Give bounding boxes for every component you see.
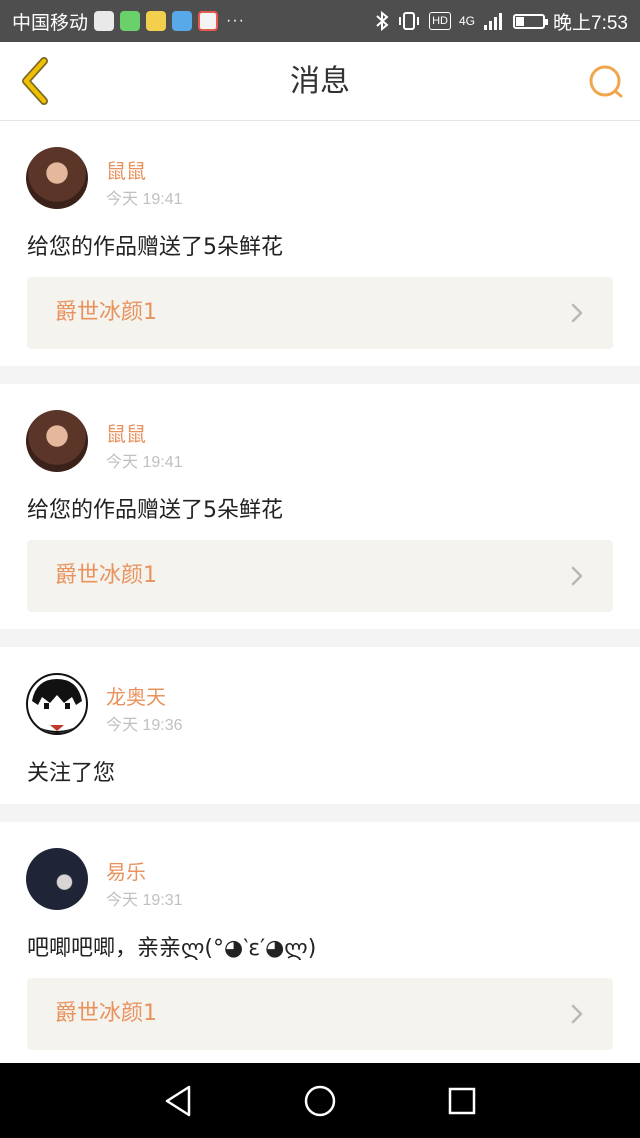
message-list: 鼠鼠 今天 19:41 给您的作品赠送了5朵鲜花 爵世冰颜1 鼠鼠 今天 19:… — [0, 121, 640, 1067]
message-content: 给您的作品赠送了5朵鲜花 — [27, 235, 283, 260]
avatar[interactable] — [26, 410, 88, 472]
chevron-right-icon — [571, 1004, 583, 1024]
triangle-back-icon — [165, 1085, 191, 1117]
timestamp: 今天 19:41 — [106, 454, 183, 471]
work-card[interactable]: 爵世冰颜1 — [27, 277, 613, 349]
avatar[interactable] — [26, 848, 88, 910]
work-title: 爵世冰颜1 — [55, 300, 157, 325]
work-card[interactable]: 爵世冰颜1 — [27, 978, 613, 1050]
timestamp: 今天 19:41 — [106, 191, 183, 208]
square-recents-icon — [448, 1087, 476, 1115]
message-content: 关注了您 — [27, 761, 116, 786]
page-title: 消息 — [290, 64, 350, 99]
chat-app-icon — [146, 11, 167, 31]
play-store-icon — [120, 11, 141, 31]
sender-name[interactable]: 易乐 — [106, 856, 146, 885]
navigation-bar — [0, 1063, 640, 1138]
activity-app-icon — [94, 11, 115, 31]
vibrate-icon — [399, 12, 420, 30]
carrier-label: 中国移动 — [12, 12, 89, 34]
nav-home-button[interactable] — [300, 1081, 340, 1121]
sender-name[interactable]: 鼠鼠 — [106, 418, 146, 447]
list-item[interactable]: 龙奥天 今天 19:36 关注了您 — [0, 647, 640, 804]
hd-icon: HD — [429, 12, 451, 30]
battery-icon — [513, 13, 549, 29]
search-icon — [589, 65, 623, 98]
message-content: 吧唧吧唧，亲亲ლ(°◕‵ε′◕ლ) — [27, 936, 317, 961]
clock-label: 晚上7:53 — [553, 12, 628, 34]
status-bar: 中国移动 ··· HD 4G 晚上7:53 — [0, 0, 640, 42]
sender-name[interactable]: 龙奥天 — [106, 681, 166, 710]
sender-name[interactable]: 鼠鼠 — [106, 155, 146, 184]
avatar[interactable] — [26, 673, 88, 735]
status-right: HD 4G 晚上7:53 — [375, 8, 628, 35]
browser-app-icon — [198, 11, 219, 31]
chevron-right-icon — [571, 303, 583, 323]
circle-home-icon — [304, 1085, 336, 1117]
work-card[interactable]: 爵世冰颜1 — [27, 540, 613, 612]
anime-avatar-icon — [32, 679, 82, 733]
work-title: 爵世冰颜1 — [55, 563, 157, 588]
chevron-right-icon — [571, 566, 583, 586]
network-type-label: 4G — [459, 14, 476, 28]
paper-plane-icon — [172, 11, 193, 31]
list-item[interactable]: 鼠鼠 今天 19:41 给您的作品赠送了5朵鲜花 爵世冰颜1 — [0, 384, 640, 629]
timestamp: 今天 19:36 — [106, 717, 183, 734]
list-item[interactable]: 易乐 今天 19:31 吧唧吧唧，亲亲ლ(°◕‵ε′◕ლ) 爵世冰颜1 — [0, 822, 640, 1067]
list-item[interactable]: 鼠鼠 今天 19:41 给您的作品赠送了5朵鲜花 爵世冰颜1 — [0, 121, 640, 366]
avatar[interactable] — [26, 147, 88, 209]
nav-back-button[interactable] — [158, 1081, 198, 1121]
status-left: 中国移动 ··· — [12, 8, 245, 35]
header: 消息 — [0, 42, 640, 121]
message-content: 给您的作品赠送了5朵鲜花 — [27, 498, 283, 523]
work-title: 爵世冰颜1 — [55, 1001, 157, 1026]
more-notifications-icon: ··· — [226, 12, 245, 29]
search-button[interactable] — [586, 62, 626, 102]
bluetooth-icon — [376, 11, 389, 31]
signal-icon — [484, 13, 503, 30]
nav-recent-apps-button[interactable] — [442, 1081, 482, 1121]
timestamp: 今天 19:31 — [106, 892, 183, 909]
